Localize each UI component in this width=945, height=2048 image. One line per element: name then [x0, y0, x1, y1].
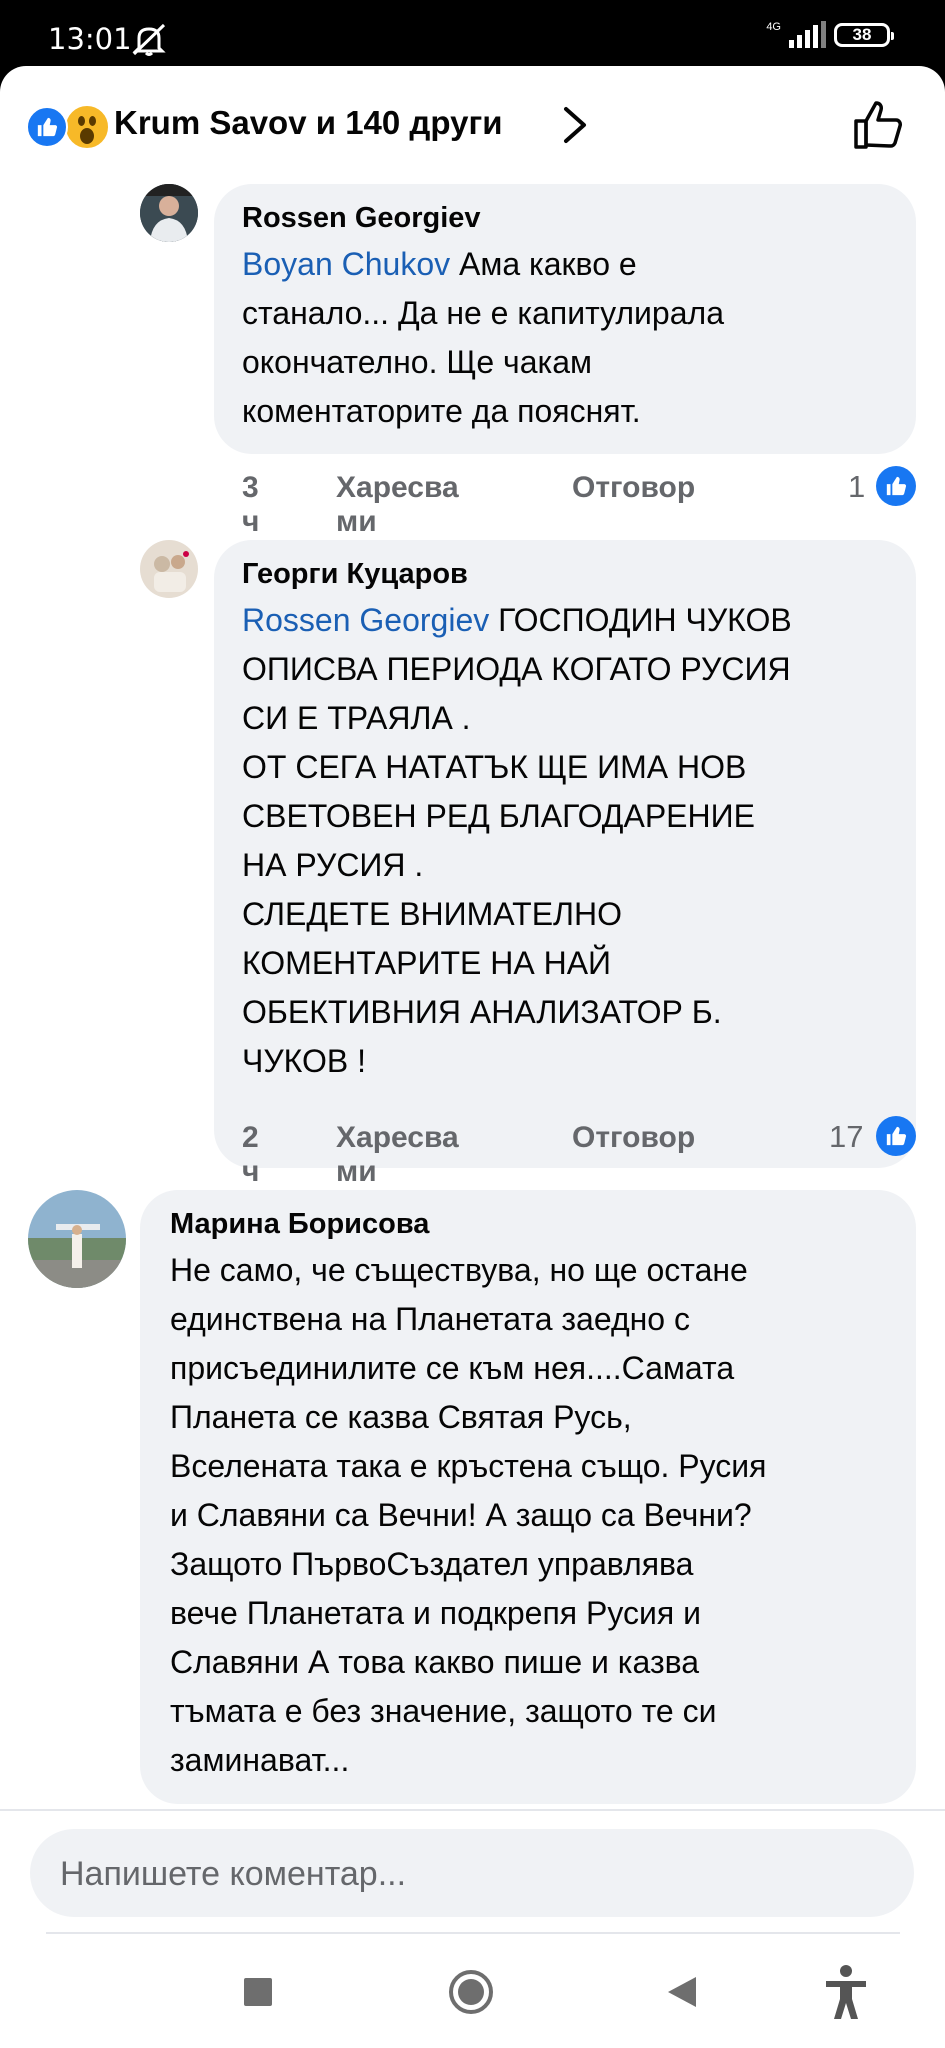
comment-author[interactable]: Георги Куцаров: [242, 556, 888, 592]
comment-bubble[interactable]: Марина Борисова Не само, че съществува, …: [140, 1190, 916, 1804]
wow-reaction-icon: [64, 104, 110, 150]
reactions-summary[interactable]: Krum Savov и 140 други: [114, 104, 502, 142]
divider: [46, 1932, 900, 1934]
recents-square-icon[interactable]: [228, 1962, 288, 2022]
clock: 13:01: [48, 22, 132, 56]
mute-icon: [132, 23, 166, 56]
battery-icon: 38: [834, 23, 894, 47]
comment-composer[interactable]: [30, 1829, 914, 1919]
mention-link[interactable]: Rossen Georgiev: [242, 602, 489, 638]
comment-age: 2 ч: [242, 1121, 260, 1188]
comment-author[interactable]: Марина Борисова: [170, 1206, 888, 1242]
comments-sheet: Krum Savov и 140 други Rossen Georgiev B…: [0, 66, 945, 2048]
accessibility-icon[interactable]: [816, 1962, 876, 2022]
like-count[interactable]: 1: [848, 469, 865, 505]
home-circle-icon[interactable]: [441, 1962, 501, 2022]
comment-text: Boyan Chukov Ама какво е станало... Да не…: [242, 246, 724, 429]
like-reaction-icon: [26, 106, 68, 148]
like-button[interactable]: Харесва ми: [336, 471, 459, 539]
comment-input[interactable]: [58, 1829, 882, 1919]
avatar[interactable]: [140, 540, 198, 598]
signal-group: 4G 38: [766, 21, 894, 48]
comment-text: Не само, че съществува, но ще остане един…: [170, 1252, 767, 1778]
like-badge-icon: [876, 1116, 916, 1156]
comment-bubble[interactable]: Георги Куцаров Rossen Georgiev ГОСПОДИН …: [214, 540, 916, 1168]
comment-age: 3 ч: [242, 471, 260, 538]
back-triangle-icon[interactable]: [652, 1962, 712, 2022]
comment-bubble[interactable]: Rossen Georgiev Boyan Chukov Ама какво е…: [214, 184, 916, 454]
reactions-header[interactable]: Krum Savov и 140 други: [0, 66, 945, 176]
avatar[interactable]: [28, 1190, 126, 1288]
status-bar: 13:01 4G 38: [0, 0, 945, 66]
system-nav-bar: [0, 1940, 945, 2048]
comment-text: Rossen Georgiev ГОСПОДИН ЧУКОВ ОПИСВА ПЕР…: [242, 602, 792, 1079]
divider: [0, 1809, 945, 1811]
reply-button[interactable]: Отговор: [572, 1121, 695, 1155]
mention-link[interactable]: Boyan Chukov: [242, 246, 450, 282]
thumbs-up-outline-icon[interactable]: [852, 97, 906, 151]
chevron-right-icon[interactable]: [560, 103, 590, 147]
comment-author[interactable]: Rossen Georgiev: [242, 200, 888, 236]
network-type: 4G: [766, 21, 781, 33]
battery-level: 38: [852, 25, 872, 44]
like-badge-icon: [876, 466, 916, 506]
like-button[interactable]: Харесва ми: [336, 1121, 459, 1189]
signal-icon: [789, 21, 826, 48]
like-count[interactable]: 17: [829, 1119, 863, 1155]
avatar[interactable]: [140, 184, 198, 242]
reply-button[interactable]: Отговор: [572, 471, 695, 505]
